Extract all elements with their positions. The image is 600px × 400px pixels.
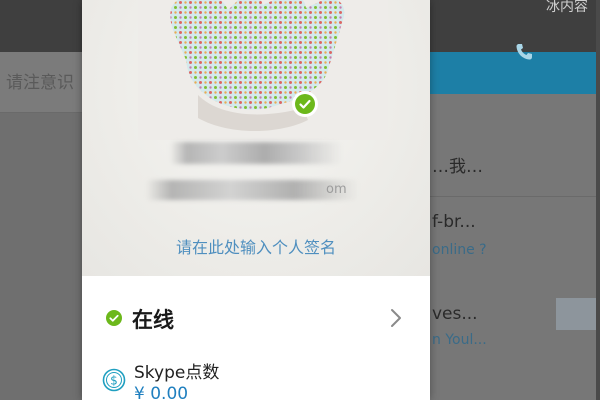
credit-title: Skype点数 (134, 363, 220, 383)
skype-credit-row[interactable]: $ Skype点数 ¥ 0.00 (82, 354, 430, 400)
background-list-line: …我… (432, 157, 483, 177)
check-icon (299, 99, 311, 109)
background-divider (430, 196, 600, 197)
blurred-display-name (170, 142, 342, 164)
background-edge (596, 0, 600, 400)
background-list-line: ves... (432, 304, 478, 324)
chevron-right-icon (391, 309, 401, 327)
online-badge (292, 91, 318, 117)
online-status-icon (106, 310, 122, 326)
background-list-line: f-br... (432, 212, 476, 232)
status-label: 在线 (132, 308, 174, 332)
svg-text:$: $ (110, 374, 118, 388)
credit-value: ¥ 0.00 (134, 384, 189, 400)
status-row[interactable]: 在线 (82, 294, 430, 344)
phone-icon (516, 44, 532, 60)
profile-header: om 请在此处输入个人签名 (82, 0, 430, 276)
email-suffix: om (326, 182, 347, 197)
background-list-line: n Youl... (432, 332, 487, 348)
profile-panel: om 请在此处输入个人签名 在线 $ Skype点数 ¥ 0.00 (82, 0, 430, 400)
signature-input[interactable]: 请在此处输入个人签名 (82, 234, 430, 258)
check-icon (109, 314, 119, 322)
background-list-line: online ? (432, 242, 487, 258)
avatar[interactable] (138, 0, 388, 140)
background-topbar-text: 冰内容 (546, 0, 588, 15)
background-selected-strip (556, 298, 600, 330)
background-search-placeholder: 请注意识 (6, 73, 74, 93)
dollar-coin-icon: $ (102, 368, 126, 392)
